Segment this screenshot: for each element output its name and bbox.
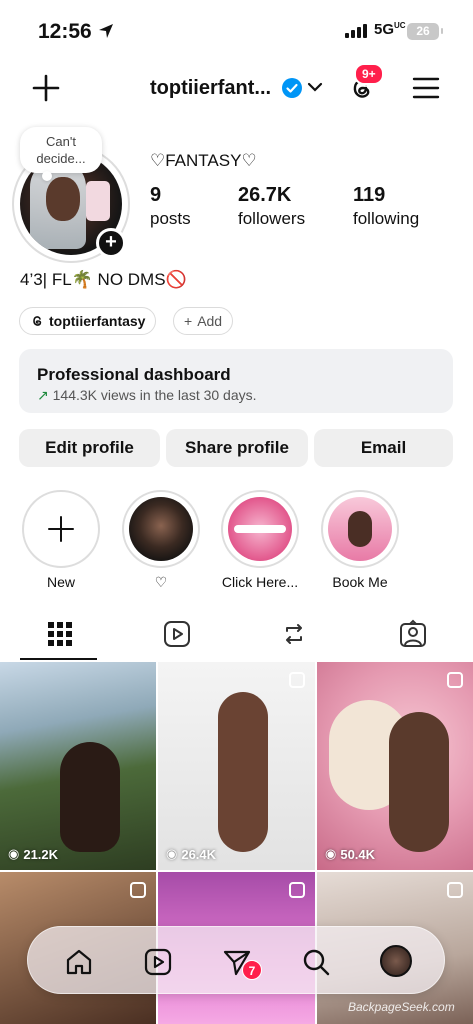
dm-badge: 7 xyxy=(242,960,262,980)
tab-tagged-icon[interactable] xyxy=(398,619,428,649)
username-switcher[interactable]: toptiierfant... xyxy=(150,77,271,100)
trend-arrow-icon: ↗ xyxy=(37,387,49,403)
search-icon[interactable] xyxy=(301,947,331,977)
tab-reels-icon[interactable] xyxy=(162,619,192,649)
dashboard-title: Professional dashboard xyxy=(37,365,231,384)
add-link-chip[interactable]: + Add xyxy=(173,307,234,335)
watermark: BackpageSeek.com xyxy=(348,1000,455,1014)
active-tab-indicator xyxy=(20,658,97,660)
highlight-cover xyxy=(328,497,392,561)
highlight-label: Click Here... xyxy=(221,574,299,590)
eye-icon: ◉ xyxy=(8,846,20,861)
highlight-heart[interactable]: ♡ xyxy=(122,490,200,591)
clock: 12:56 xyxy=(38,20,92,43)
edit-profile-button[interactable]: Edit profile xyxy=(19,429,160,467)
following-count: 119 xyxy=(353,184,386,206)
share-profile-button[interactable]: Share profile xyxy=(166,429,308,467)
post-views: ◉ 21.2K xyxy=(8,846,59,862)
carousel-icon xyxy=(289,672,305,688)
highlight-ring xyxy=(321,490,399,568)
bottom-navigation: 7 xyxy=(27,926,445,994)
notification-badge: 9+ xyxy=(354,63,384,85)
highlight-cover xyxy=(129,497,193,561)
grid-post[interactable]: ◉ 26.4K xyxy=(158,662,315,870)
highlight-label: Book Me xyxy=(332,574,388,590)
network-type: 5GUC xyxy=(374,21,406,38)
status-bar: 12:56 5GUC 26 xyxy=(0,0,473,60)
threads-small-icon xyxy=(33,316,42,326)
battery-icon: 26 xyxy=(407,23,443,40)
carousel-icon xyxy=(289,882,305,898)
hamburger-menu-icon[interactable] xyxy=(412,76,440,100)
plus-icon xyxy=(48,516,74,542)
dashboard-subtitle: ↗ 144.3K views in the last 30 days. xyxy=(37,387,257,403)
signal-icon xyxy=(345,24,367,38)
note-bubble[interactable]: Can't decide... xyxy=(20,127,102,181)
professional-dashboard[interactable]: Professional dashboard ↗ 144.3K views in… xyxy=(19,349,453,413)
add-plus-icon: + xyxy=(184,313,193,329)
grid-post[interactable]: ◉ 21.2K xyxy=(0,662,156,870)
carousel-icon xyxy=(447,672,463,688)
threads-link-chip[interactable]: toptiierfantasy xyxy=(19,307,157,335)
grid-post[interactable]: ◉ 50.4K xyxy=(317,662,473,870)
eye-icon: ◉ xyxy=(166,846,178,861)
highlight-new[interactable]: New xyxy=(22,490,100,590)
followers-label: followers xyxy=(238,209,306,228)
followers-count: 26.7K xyxy=(238,184,292,206)
stat-posts[interactable]: 9 posts xyxy=(150,184,191,229)
chevron-down-icon[interactable] xyxy=(307,81,323,93)
new-highlight-ring xyxy=(22,490,100,568)
verified-badge-icon xyxy=(282,78,302,98)
home-icon[interactable] xyxy=(64,947,94,977)
add-chip-label: Add xyxy=(197,313,223,329)
highlight-ring xyxy=(221,490,299,568)
profile-tabs xyxy=(0,615,473,661)
stat-followers[interactable]: 26.7K followers xyxy=(238,184,305,229)
highlight-cover xyxy=(228,497,292,561)
highlight-book-me[interactable]: Book Me xyxy=(321,490,399,590)
eye-icon: ◉ xyxy=(325,846,337,861)
note-text: Can't decide... xyxy=(36,134,86,166)
location-arrow-icon xyxy=(99,24,113,38)
post-views: ◉ 50.4K xyxy=(325,846,376,862)
posts-label: posts xyxy=(150,209,191,228)
post-views: ◉ 26.4K xyxy=(166,846,217,862)
display-name: ♡FANTASY♡ xyxy=(150,151,257,170)
profile-header: toptiierfant... 9+ xyxy=(0,62,473,114)
create-plus-icon[interactable] xyxy=(30,72,62,104)
tab-reposts-icon[interactable] xyxy=(279,619,309,649)
posts-count: 9 xyxy=(150,184,162,206)
carousel-icon xyxy=(130,882,146,898)
highlight-ring xyxy=(122,490,200,568)
following-label: following xyxy=(353,209,420,228)
carousel-icon xyxy=(447,882,463,898)
profile-avatar-tab[interactable] xyxy=(380,945,412,977)
threads-chip-label: toptiierfantasy xyxy=(49,313,146,329)
highlight-label: New xyxy=(46,574,75,590)
bio-text: 4’3| FL🌴 NO DMS🚫 xyxy=(20,270,187,289)
highlight-click-here[interactable]: Click Here... xyxy=(221,490,299,590)
email-button[interactable]: Email xyxy=(314,429,453,467)
tab-grid-icon[interactable] xyxy=(45,619,75,649)
reels-icon[interactable] xyxy=(143,947,173,977)
stat-following[interactable]: 119 following xyxy=(353,184,419,229)
highlight-label: ♡ xyxy=(154,574,168,590)
add-story-plus-icon[interactable]: + xyxy=(96,228,126,258)
